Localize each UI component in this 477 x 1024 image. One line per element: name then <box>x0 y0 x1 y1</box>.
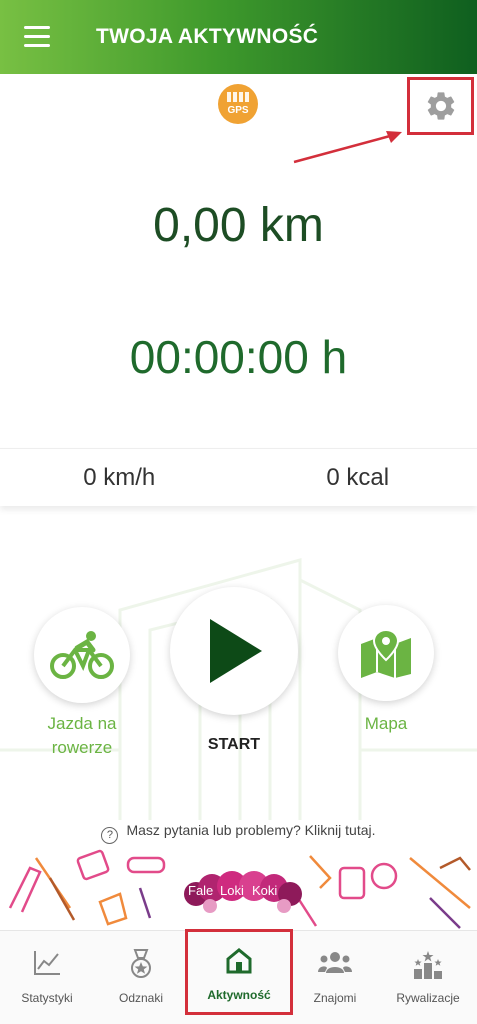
speed-value: 0 km/h <box>83 464 156 491</box>
settings-button[interactable] <box>407 77 474 135</box>
app-header: TWOJA AKTYWNOŚĆ <box>0 0 477 74</box>
medal-icon <box>131 949 151 978</box>
bike-label-line1: Jazda na <box>47 714 117 733</box>
nav-label-rywalizacje: Rywalizacje <box>396 991 460 1005</box>
home-icon <box>226 948 252 974</box>
page-title: TWOJA AKTYWNOŚĆ <box>96 25 319 48</box>
bike-label-line2: rowerze <box>51 738 113 757</box>
start-label: START <box>207 736 261 753</box>
help-text: Masz pytania lub problemy? Kliknij tutaj… <box>126 822 376 838</box>
promo-banner[interactable]: Fale Loki Koki Wszystko dla włosów <box>0 848 477 930</box>
map-label: Mapa <box>364 714 408 733</box>
bottom-navigation: Statystyki Odznaki Aktywność Znajomi Ryw… <box>0 929 477 1024</box>
banner-tagline: Wszystko dla włosów <box>219 902 267 908</box>
map-button[interactable] <box>338 605 434 701</box>
gps-label: GPS <box>227 105 249 116</box>
banner-logo-word-3: Koki <box>252 883 277 898</box>
people-icon <box>318 952 352 973</box>
bike-activity-button[interactable] <box>34 607 130 703</box>
map-pin-icon <box>361 628 411 678</box>
bicycle-rider-icon <box>50 631 114 679</box>
podium-icon <box>414 951 442 979</box>
banner-logo-word-2: Loki <box>220 883 244 898</box>
start-button[interactable] <box>170 587 298 715</box>
distance-value: 0,00 km <box>153 199 324 252</box>
nav-item-statystyki[interactable]: Statystyki <box>2 931 92 1024</box>
help-link[interactable]: ? Masz pytania lub problemy? Kliknij tuta… <box>0 822 477 844</box>
hamburger-menu-icon[interactable] <box>24 26 50 48</box>
banner-logo-word-1: Fale <box>188 883 213 898</box>
signal-bars-icon <box>227 92 249 102</box>
nav-item-odznaki[interactable]: Odznaki <box>96 931 186 1024</box>
nav-item-aktywnosc[interactable]: Aktywność <box>185 929 293 1015</box>
nav-label-aktywnosc: Aktywność <box>207 988 271 1002</box>
banner-illustration: Fale Loki Koki Wszystko dla włosów <box>8 849 471 929</box>
nav-item-znajomi[interactable]: Znajomi <box>290 931 380 1024</box>
question-circle-icon: ? <box>101 827 119 844</box>
calories-value: 0 kcal <box>326 464 390 491</box>
gps-status-badge: GPS <box>218 84 258 124</box>
annotation-arrow <box>293 131 402 164</box>
nav-label-odznaki: Odznaki <box>118 991 164 1005</box>
duration-value: 00:00:00 h <box>129 331 348 383</box>
gear-icon <box>427 92 454 120</box>
nav-label-statystyki: Statystyki <box>21 991 73 1005</box>
nav-label-znajomi: Znajomi <box>313 991 357 1005</box>
bike-activity-label: Jazda na rowerze <box>30 712 134 760</box>
play-icon <box>210 619 262 683</box>
line-chart-icon <box>34 951 60 975</box>
nav-item-rywalizacje[interactable]: Rywalizacje <box>380 931 476 1024</box>
stats-bar: 0 km/h 0 kcal <box>0 448 477 506</box>
